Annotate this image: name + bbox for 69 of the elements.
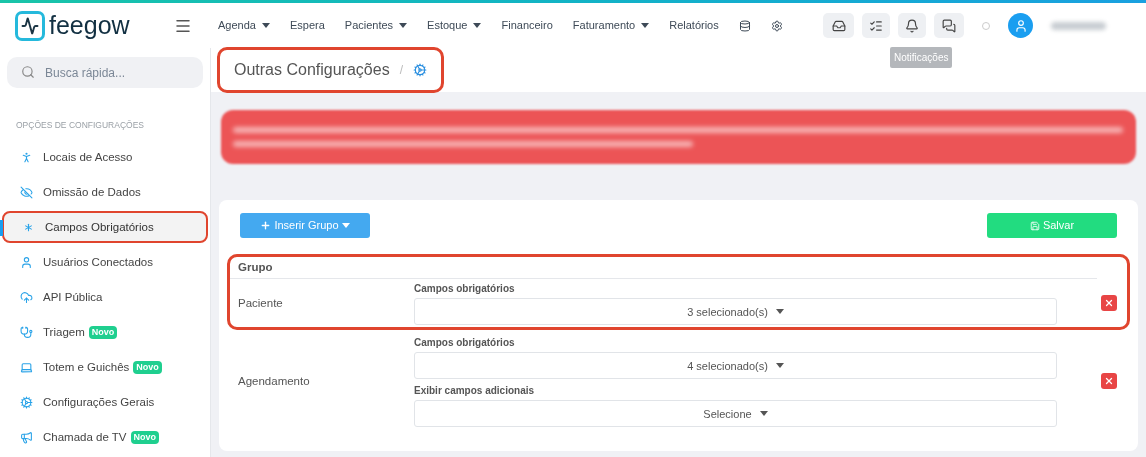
- sidebar-icon: [20, 395, 33, 409]
- user-icon: [1013, 18, 1028, 33]
- settings-button[interactable]: [770, 19, 783, 32]
- search-icon: [21, 65, 35, 79]
- chat-button[interactable]: [934, 13, 964, 38]
- notifications-button[interactable]: [898, 13, 926, 38]
- caret-icon: [759, 411, 768, 417]
- close-icon: [1104, 298, 1114, 309]
- sidebar-item[interactable]: Triagem Novo: [0, 316, 118, 349]
- nav-menu-item[interactable]: Espera: [289, 17, 325, 34]
- database-icon: [738, 19, 751, 32]
- sidebar-item[interactable]: Omissão de Dados: [0, 176, 141, 209]
- nav-menu-item[interactable]: Estoque: [427, 17, 482, 34]
- group-name: Paciente: [237, 295, 284, 311]
- chat-bubbles-icon: [942, 18, 956, 33]
- nav-menu-item[interactable]: Financeiro: [501, 17, 553, 34]
- sidebar-item[interactable]: Totem e Guichês Novo: [0, 351, 162, 384]
- delete-button[interactable]: [1101, 295, 1117, 312]
- new-badge: Novo: [133, 360, 162, 374]
- multiselect-dropdown[interactable]: 3 selecionado(s): [414, 298, 1057, 326]
- caret-icon: [341, 223, 350, 228]
- column-header: Grupo: [230, 257, 1097, 280]
- checklist-icon: [869, 18, 883, 33]
- caret-icon: [775, 363, 784, 369]
- page-title: Outras Configurações: [234, 60, 390, 80]
- nav-menu-item[interactable]: Agenda: [218, 17, 270, 34]
- database-button[interactable]: [738, 19, 751, 32]
- sidebar-item[interactable]: Campos Obrigatórios: [2, 211, 208, 244]
- breadcrumb-separator: /: [399, 62, 403, 79]
- sidebar-item[interactable]: Chamada de TV Novo: [0, 421, 160, 454]
- nav-menu-item[interactable]: Pacientes: [344, 17, 408, 34]
- field-label: Campos obrigatórios: [414, 282, 516, 297]
- multiselect-dropdown[interactable]: 4 selecionado(s): [414, 352, 1057, 380]
- plus-icon: [260, 220, 272, 231]
- sidebar-icon: [20, 430, 33, 444]
- field-label: Campos obrigatórios: [414, 336, 516, 351]
- sidebar-item[interactable]: API Pública: [0, 281, 103, 314]
- nav-menu-item[interactable]: Relatórios: [669, 17, 719, 34]
- multiselect-dropdown[interactable]: Selecione: [414, 400, 1057, 428]
- sidebar-icon: [20, 255, 33, 269]
- sidebar-icon: [20, 185, 33, 199]
- close-icon: [1104, 376, 1114, 387]
- sidebar-item[interactable]: Usuários Conectados: [0, 246, 153, 279]
- tasks-button[interactable]: [862, 13, 890, 38]
- inbox-button[interactable]: [823, 13, 854, 38]
- avatar-button[interactable]: [1008, 13, 1033, 38]
- inbox-icon: [831, 18, 846, 33]
- new-badge: Novo: [88, 325, 118, 339]
- sidebar-icon: [20, 325, 33, 339]
- brand-name: feegow: [49, 13, 130, 38]
- bell-icon: [905, 18, 919, 33]
- new-badge: Novo: [130, 430, 160, 444]
- field-label: Exibir campos adicionais: [414, 384, 536, 399]
- gear-icon: [413, 63, 427, 77]
- notifications-tooltip: Notificações: [890, 47, 953, 68]
- group-name: Agendamento: [237, 373, 311, 389]
- sidebar-icon: [20, 360, 33, 374]
- sidebar-item[interactable]: Configurações Gerais: [0, 386, 155, 419]
- sidebar-item[interactable]: Locais de Acesso: [0, 141, 133, 174]
- caret-icon: [775, 309, 784, 315]
- delete-button[interactable]: [1101, 373, 1117, 390]
- blurred-username: [1051, 21, 1106, 30]
- search-field[interactable]: Busca rápida...: [7, 57, 203, 88]
- sidebar-icon: [20, 150, 33, 164]
- nav-menu-item[interactable]: Faturamento: [572, 17, 650, 34]
- settings-icon: [770, 19, 783, 32]
- pulse-icon: [21, 16, 39, 35]
- sidebar-icon: [20, 290, 33, 304]
- sidebar-heading: OPÇÕES DE CONFIGURAÇÕES: [16, 119, 145, 132]
